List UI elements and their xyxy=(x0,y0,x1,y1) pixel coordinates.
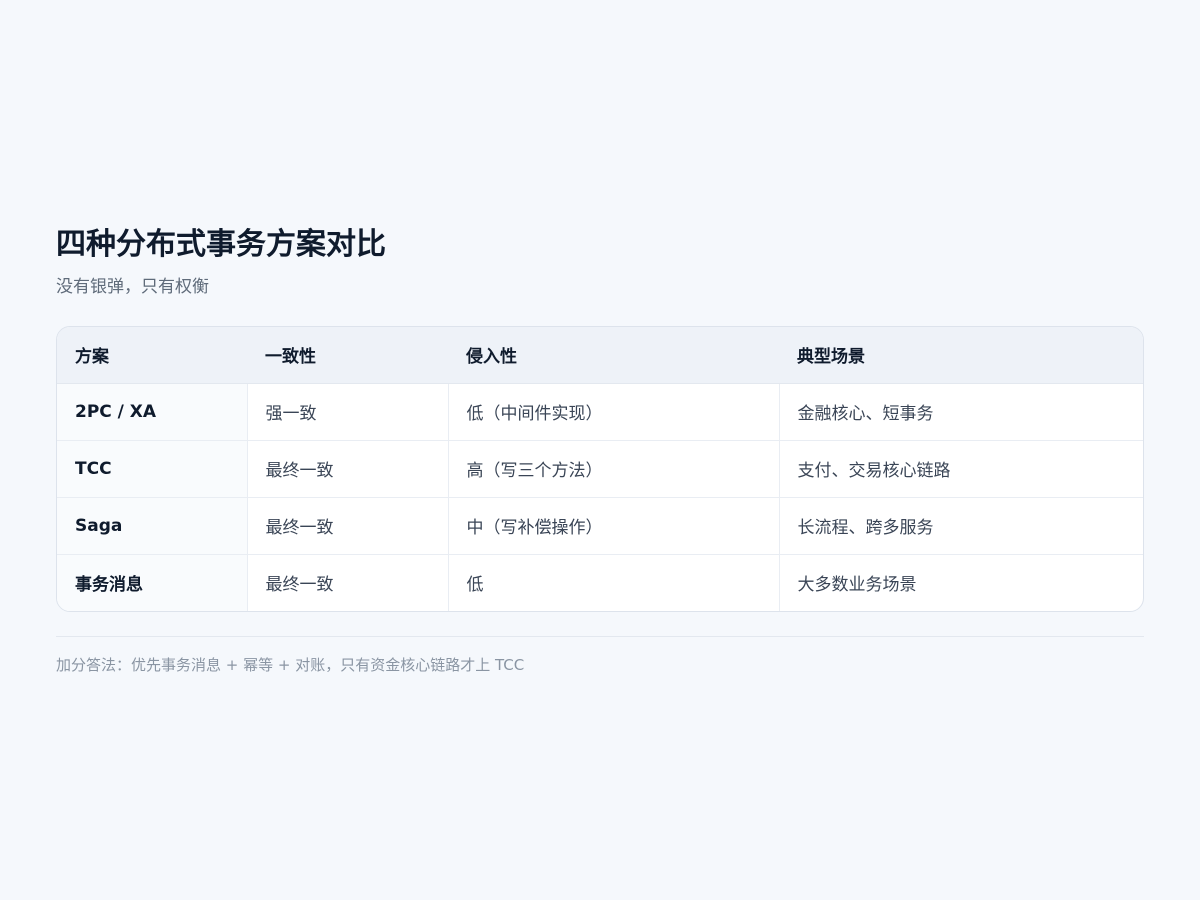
cell-intrusiveness: 高（写三个方法） xyxy=(447,439,779,497)
footnote: 加分答法：优先事务消息 + 幂等 + 对账，只有资金核心链路才上 TCC xyxy=(56,656,525,674)
cell-consistency: 最终一致 xyxy=(246,439,448,497)
cell-scenario: 支付、交易核心链路 xyxy=(778,439,1143,497)
content: 四种分布式事务方案对比 没有银弹，只有权衡 方案 一致性 侵入性 典型场景 2P… xyxy=(56,225,1144,676)
cell-intrusiveness: 低（中间件实现） xyxy=(447,383,779,440)
table-row: TCC 最终一致 高（写三个方法） 支付、交易核心链路 xyxy=(57,439,1143,497)
cell-scenario: 大多数业务场景 xyxy=(778,553,1143,611)
cell-scheme: Saga xyxy=(57,496,247,554)
table-row: 事务消息 最终一致 低 大多数业务场景 xyxy=(57,553,1143,611)
cell-scenario: 金融核心、短事务 xyxy=(778,383,1143,440)
table-row: Saga 最终一致 中（写补偿操作） 长流程、跨多服务 xyxy=(57,496,1143,554)
cell-scheme: 事务消息 xyxy=(57,553,247,611)
header-consistency: 一致性 xyxy=(247,327,448,384)
table-row: 2PC / XA 强一致 低（中间件实现） 金融核心、短事务 xyxy=(57,383,1143,440)
page-subtitle: 没有银弹，只有权衡 xyxy=(56,277,209,297)
header-scheme: 方案 xyxy=(57,327,247,384)
header-typical-scenario: 典型场景 xyxy=(779,327,1143,384)
cell-intrusiveness: 低 xyxy=(447,553,779,611)
cell-consistency: 强一致 xyxy=(246,383,448,440)
comparison-table-card: 方案 一致性 侵入性 典型场景 2PC / XA 强一致 低（中间件实现） 金融… xyxy=(56,326,1144,612)
cell-scheme: TCC xyxy=(57,439,247,497)
divider xyxy=(56,636,1144,637)
header-intrusiveness: 侵入性 xyxy=(448,327,779,384)
table-header-row: 方案 一致性 侵入性 典型场景 xyxy=(57,327,1143,384)
cell-scenario: 长流程、跨多服务 xyxy=(778,496,1143,554)
cell-scheme: 2PC / XA xyxy=(57,383,247,440)
page-title: 四种分布式事务方案对比 xyxy=(56,227,386,262)
comparison-table: 方案 一致性 侵入性 典型场景 2PC / XA 强一致 低（中间件实现） 金融… xyxy=(57,327,1143,611)
cell-consistency: 最终一致 xyxy=(246,496,448,554)
cell-intrusiveness: 中（写补偿操作） xyxy=(447,496,779,554)
cell-consistency: 最终一致 xyxy=(246,553,448,611)
